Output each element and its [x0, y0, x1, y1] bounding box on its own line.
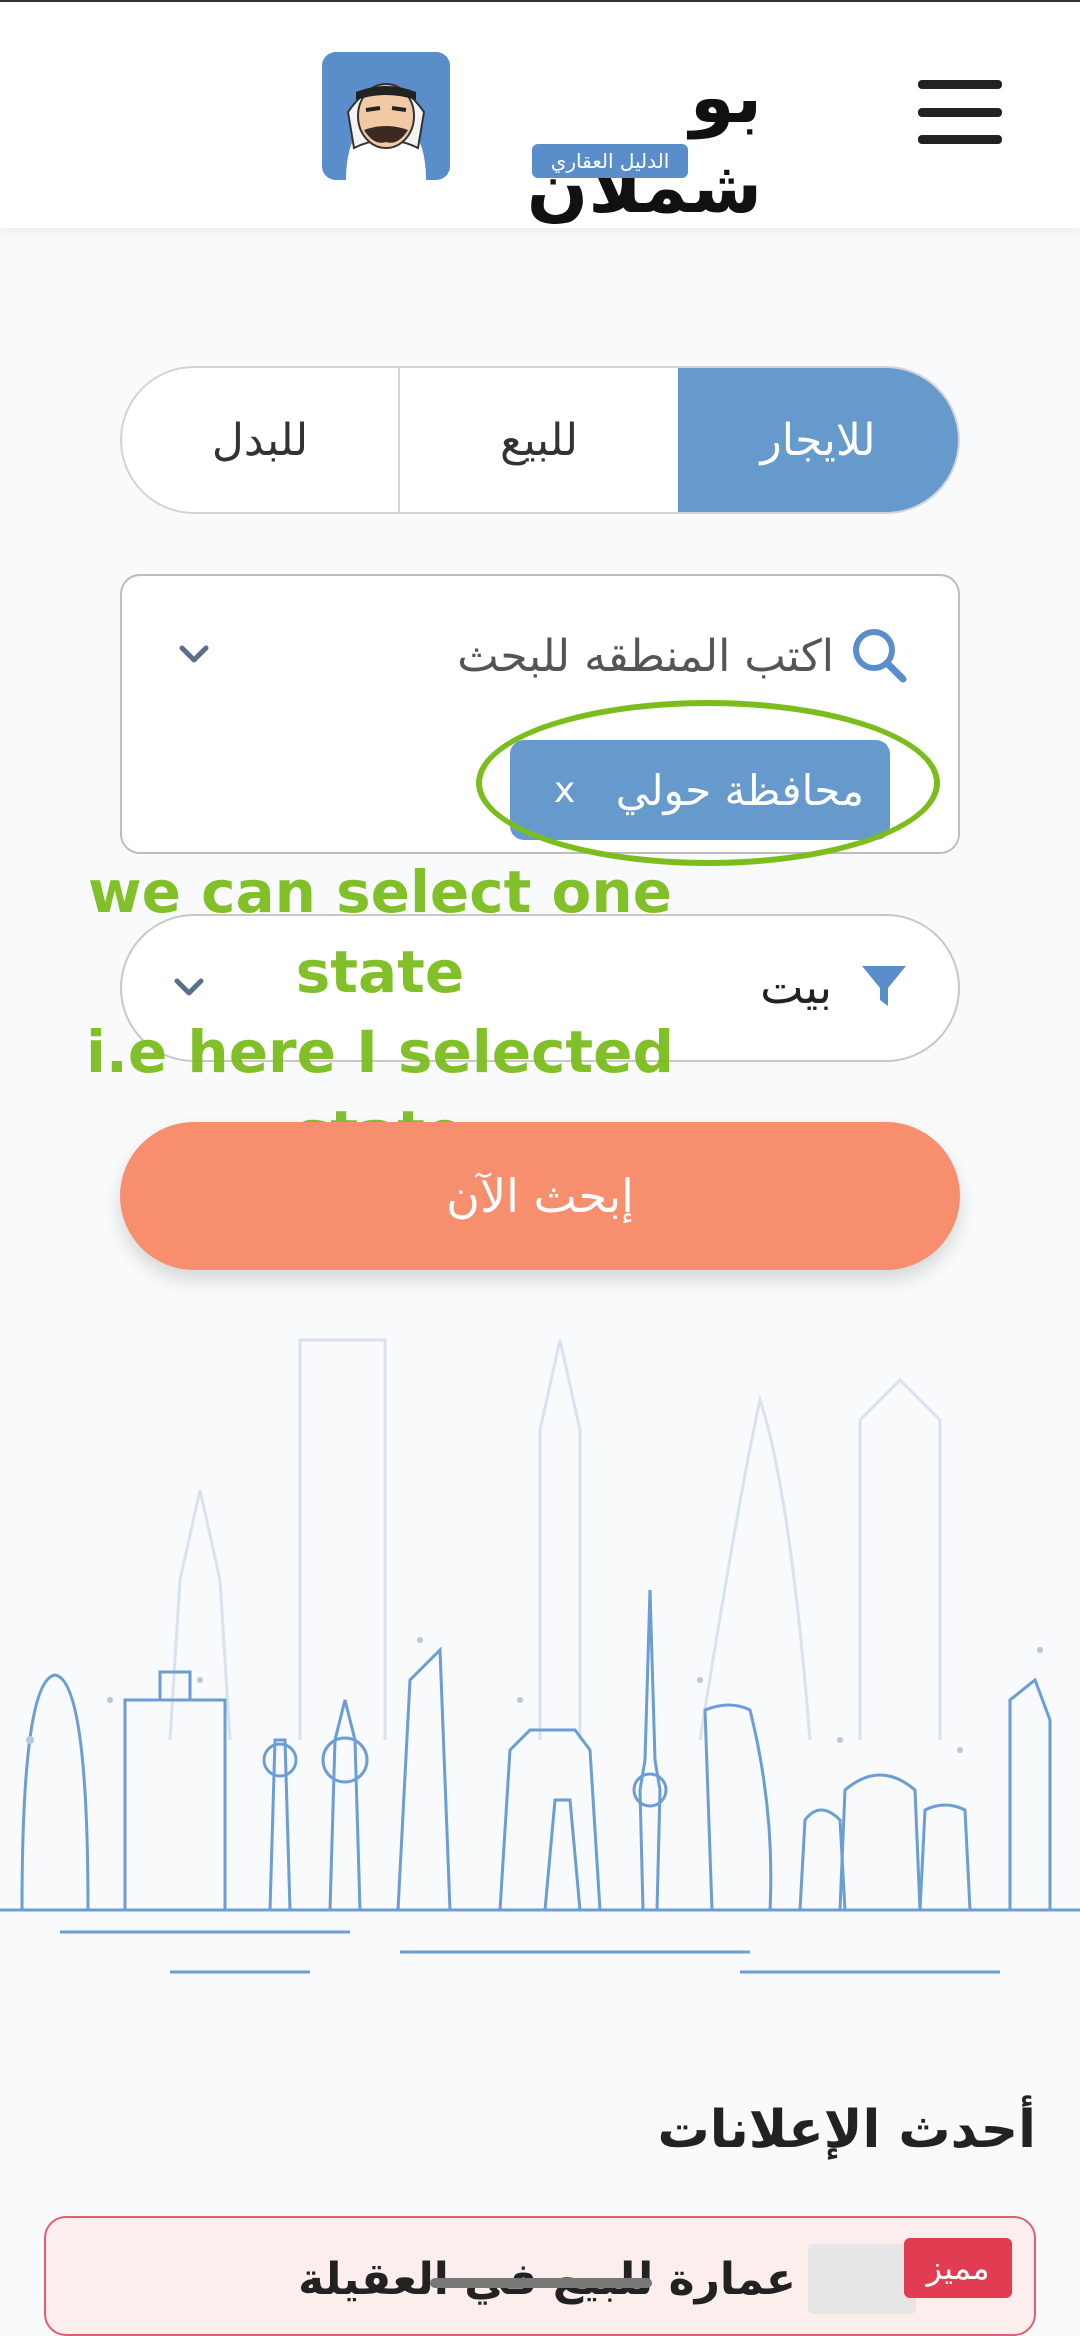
tab-sale[interactable]: للبيع — [400, 368, 678, 512]
annotation-line: we can select one state — [88, 858, 672, 1006]
brand-subtitle: الدليل العقاري — [532, 144, 688, 178]
filter-icon — [862, 966, 906, 1006]
listing-type-tabs: للبدل للبيع للايجار — [120, 366, 960, 514]
app-header: بو شملان الدليل العقاري — [0, 2, 1080, 229]
mascot-avatar-icon — [322, 52, 450, 180]
brand-logo[interactable]: بو شملان الدليل العقاري — [322, 52, 762, 229]
menu-line — [918, 80, 1002, 89]
annotation-text: we can select one state i.e here I selec… — [10, 852, 750, 1246]
search-icon — [853, 629, 907, 683]
search-now-button[interactable]: إبحث الآن — [120, 1122, 960, 1270]
hamburger-menu-icon[interactable] — [918, 80, 1002, 144]
featured-badge: مميز — [904, 2238, 1012, 2298]
chevron-down-icon[interactable] — [170, 630, 218, 678]
menu-line — [918, 135, 1002, 144]
listing-thumbnail — [808, 2244, 916, 2314]
annotation-highlight-oval — [476, 700, 940, 866]
tab-rent[interactable]: للايجار — [678, 368, 958, 512]
tab-swap[interactable]: للبدل — [122, 368, 401, 512]
menu-line — [918, 107, 1002, 117]
area-search-input[interactable] — [322, 620, 836, 692]
latest-listings-title: أحدث الإعلانات — [657, 2100, 1036, 2160]
featured-listing-card[interactable]: مميز عمارة للبيع في العقيلة — [44, 2216, 1036, 2336]
home-indicator — [430, 2278, 652, 2288]
kuwait-skyline-illustration — [0, 1338, 1080, 1974]
brand-name: بو شملان — [526, 55, 762, 229]
